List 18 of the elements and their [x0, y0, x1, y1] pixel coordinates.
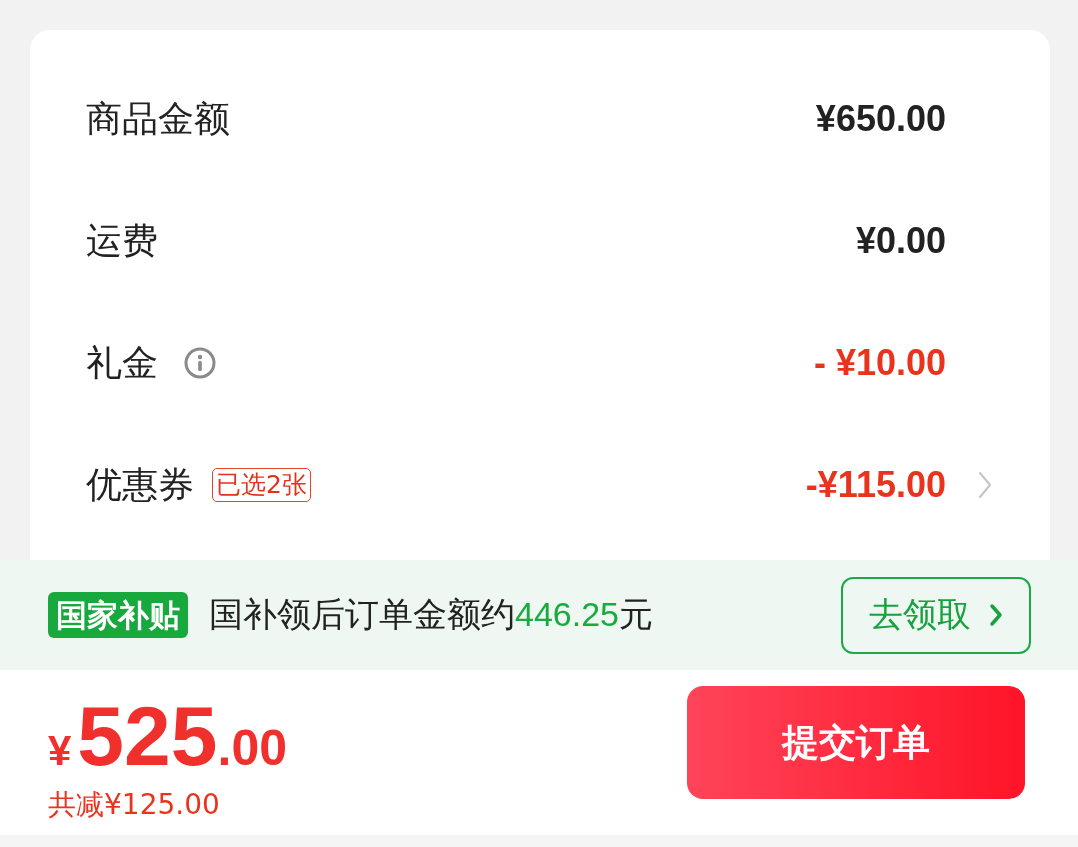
chevron-right-icon	[989, 603, 1003, 627]
claim-button[interactable]: 去领取	[841, 576, 1031, 654]
amount-value: -¥115.00	[805, 464, 946, 506]
amount-value: - ¥10.00	[813, 342, 946, 384]
row-label: 优惠券	[86, 462, 194, 507]
row-label: 礼金	[86, 340, 158, 385]
subsidy-tag: 国家补贴	[48, 592, 188, 638]
coupon-count-badge: 已选2张	[212, 468, 311, 502]
savings-text: 共减¥125.00	[48, 787, 220, 823]
total-price: ¥525.00	[48, 694, 288, 778]
submit-order-button[interactable]: 提交订单	[687, 686, 1025, 799]
row-label: 运费	[86, 218, 158, 263]
info-icon[interactable]	[184, 347, 216, 379]
amount-value: ¥0.00	[855, 220, 946, 262]
chevron-right-icon[interactable]	[978, 471, 992, 499]
subsidy-note: 国补领后订单金额约446.25元	[209, 593, 653, 636]
amount-value: ¥650.00	[815, 98, 946, 140]
row-label: 商品金额	[86, 96, 230, 141]
